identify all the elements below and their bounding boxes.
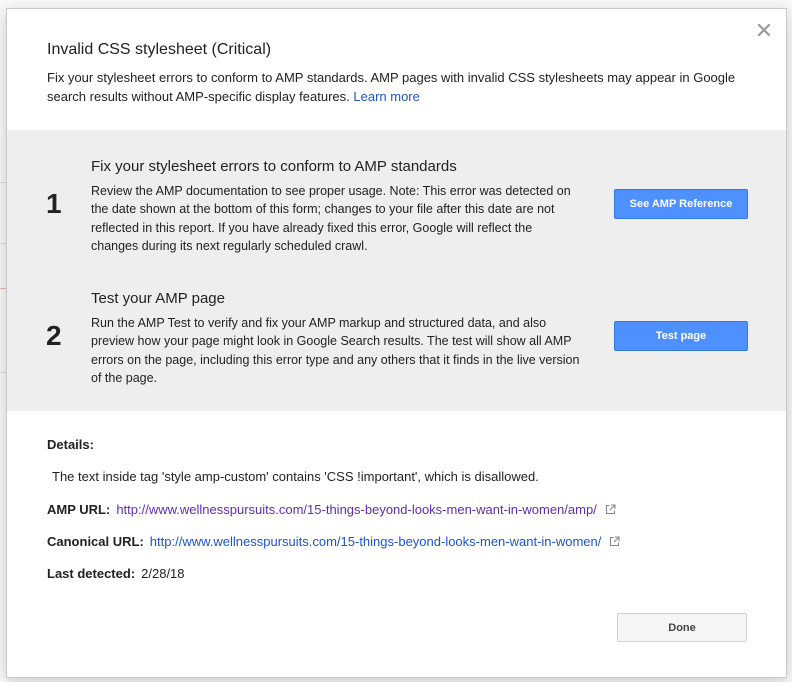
step-body: Run the AMP Test to verify and fix your … (91, 316, 580, 385)
last-detected-value: 2/28/18 (141, 566, 185, 581)
last-detected-row: Last detected: 2/28/18 (47, 566, 185, 581)
error-details-dialog: Invalid CSS stylesheet (Critical) Fix yo… (6, 8, 787, 678)
remediation-steps: 1 Fix your stylesheet errors to conform … (7, 130, 786, 411)
step-2: 2 Test your AMP page Run the AMP Test to… (7, 286, 786, 406)
done-button[interactable]: Done (617, 613, 747, 642)
step-number: 2 (46, 320, 62, 351)
amp-url-link[interactable]: http://www.wellnesspursuits.com/15-thing… (116, 502, 596, 517)
step-body: Review the AMP documentation to see prop… (91, 184, 571, 253)
canonical-url-link[interactable]: http://www.wellnesspursuits.com/15-thing… (150, 534, 602, 549)
external-link-icon[interactable] (609, 535, 620, 550)
details-text: The text inside tag 'style amp-custom' c… (52, 469, 539, 484)
amp-url-row: AMP URL: http://www.wellnesspursuits.com/… (47, 502, 616, 518)
step-number: 1 (46, 188, 62, 219)
see-amp-reference-button[interactable]: See AMP Reference (614, 189, 748, 219)
step-title: Test your AMP page (91, 290, 225, 307)
dialog-title: Invalid CSS stylesheet (Critical) (47, 41, 272, 58)
canonical-url-row: Canonical URL: http://www.wellnesspursuit… (47, 534, 620, 550)
close-icon[interactable] (757, 23, 771, 37)
amp-url-label: AMP URL: (47, 502, 111, 517)
details-label: Details: (47, 437, 94, 452)
step-1: 1 Fix your stylesheet errors to conform … (7, 154, 786, 274)
external-link-icon[interactable] (605, 503, 616, 518)
learn-more-link[interactable]: Learn more (353, 89, 419, 104)
dialog-description: Fix your stylesheet errors to conform to… (47, 68, 747, 106)
step-title: Fix your stylesheet errors to conform to… (91, 158, 457, 175)
last-detected-label: Last detected: (47, 566, 136, 581)
canonical-url-label: Canonical URL: (47, 534, 144, 549)
test-page-button[interactable]: Test page (614, 321, 748, 351)
